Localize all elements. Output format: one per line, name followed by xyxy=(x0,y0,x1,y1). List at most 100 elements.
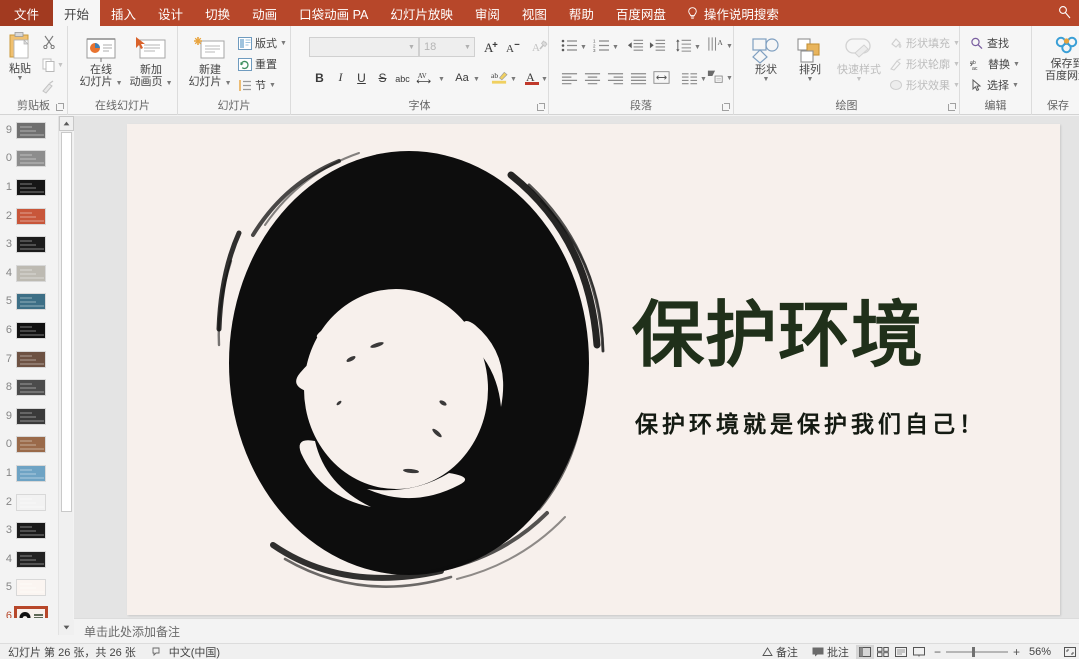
numbering-button[interactable]: 123 xyxy=(593,37,610,54)
shape-fill-button[interactable]: 形状填充 ▼ xyxy=(889,35,960,51)
slide-thumbnail-item[interactable]: 2 xyxy=(0,488,58,517)
slide-thumbnail-preview[interactable] xyxy=(16,350,46,368)
slide-thumbnail-item[interactable]: 9 xyxy=(0,402,58,431)
slide-thumbnail-preview[interactable] xyxy=(16,579,46,597)
online-slide-button[interactable]: 在线 幻灯片 ▼ xyxy=(78,36,124,89)
tell-me-box[interactable]: 操作说明搜索 xyxy=(677,0,789,26)
slide-thumbnail-preview[interactable] xyxy=(16,121,46,139)
slide-canvas[interactable]: 保护环境 保护环境就是保护我们自己！ xyxy=(127,124,1060,615)
slide-thumbnail-item[interactable]: 6 xyxy=(0,316,58,345)
line-spacing-chevron-down-icon[interactable]: ▼ xyxy=(694,44,701,51)
tab-slideshow[interactable]: 幻灯片放映 xyxy=(379,0,464,26)
font-name-combo[interactable]: ▼ xyxy=(309,37,419,57)
view-slideshow-button[interactable] xyxy=(910,645,928,659)
shape-outline-chevron-down-icon[interactable]: ▼ xyxy=(953,61,960,68)
section-chevron-down-icon[interactable]: ▼ xyxy=(269,82,276,89)
zoom-in-button[interactable]: + xyxy=(1013,645,1020,659)
shape-effects-chevron-down-icon[interactable]: ▼ xyxy=(953,82,960,89)
select-button[interactable]: 选择 ▼ xyxy=(970,77,1019,93)
grow-font-button[interactable]: A xyxy=(483,38,500,55)
clear-formatting-button[interactable]: A xyxy=(531,38,548,55)
slide-thumbnail-item[interactable]: 3 xyxy=(0,230,58,259)
tab-transitions[interactable]: 切换 xyxy=(194,0,241,26)
font-name-chevron-down-icon[interactable]: ▼ xyxy=(405,44,418,51)
drawing-dialog-launcher[interactable] xyxy=(947,103,956,112)
slide-thumbnail-item[interactable]: 3 xyxy=(0,516,58,545)
layout-chevron-down-icon[interactable]: ▼ xyxy=(280,40,287,47)
slide-thumbnail-preview[interactable] xyxy=(16,407,46,425)
font-color-chevron-down-icon[interactable]: ▼ xyxy=(541,76,548,83)
copy-button[interactable] xyxy=(40,56,57,73)
tab-baidu-netdisk[interactable]: 百度网盘 xyxy=(605,0,677,26)
text-highlight-button[interactable]: ab xyxy=(491,69,508,86)
tab-insert[interactable]: 插入 xyxy=(100,0,147,26)
scroll-down-arrow-icon[interactable] xyxy=(59,620,74,635)
font-color-button[interactable]: A xyxy=(523,69,540,86)
align-right-button[interactable] xyxy=(607,70,624,87)
slide-panel-scrollbar[interactable] xyxy=(58,116,74,635)
slide-thumbnail-preview[interactable] xyxy=(16,522,46,540)
fit-to-window-button[interactable] xyxy=(1061,645,1079,659)
quick-styles-chevron-down-icon[interactable]: ▼ xyxy=(856,76,863,83)
reset-button[interactable]: 重置 xyxy=(238,56,277,72)
bullets-button[interactable] xyxy=(561,37,578,54)
slide-thumbnail-preview[interactable] xyxy=(16,236,46,254)
clipboard-dialog-launcher[interactable] xyxy=(55,103,64,112)
text-direction-chevron-down-icon[interactable]: ▼ xyxy=(726,43,733,50)
convert-smartart-chevron-down-icon[interactable]: ▼ xyxy=(726,75,733,82)
paste-chevron-down-icon[interactable]: ▼ xyxy=(17,75,24,82)
slide-thumbnail-preview[interactable] xyxy=(14,605,48,618)
select-chevron-down-icon[interactable]: ▼ xyxy=(1012,82,1019,89)
convert-smartart-button[interactable] xyxy=(707,68,724,85)
line-spacing-button[interactable] xyxy=(675,37,692,54)
shape-effects-button[interactable]: 形状效果 ▼ xyxy=(889,77,960,93)
slide-thumbnail-preview[interactable] xyxy=(16,379,46,397)
tab-review[interactable]: 审阅 xyxy=(464,0,511,26)
format-painter-button[interactable] xyxy=(40,78,57,95)
slide-thumbnail-item[interactable]: 1 xyxy=(0,173,58,202)
notes-pane[interactable]: 单击此处添加备注 xyxy=(74,618,1079,643)
view-sorter-button[interactable] xyxy=(874,645,892,659)
slide-thumbnail-preview[interactable] xyxy=(16,264,46,282)
arrange-chevron-down-icon[interactable]: ▼ xyxy=(807,76,814,83)
view-reading-button[interactable] xyxy=(892,645,910,659)
slide-thumbnail-panel[interactable]: 9 0 1 2 3 4 5 6 7 8 9 0 1 2 3 4 5 6 xyxy=(0,116,58,618)
font-size-combo[interactable]: 18 ▼ xyxy=(419,37,475,57)
character-spacing-button[interactable]: AV xyxy=(416,69,433,86)
new-slide-button[interactable]: 新建 幻灯片 ▼ xyxy=(186,36,234,89)
slide-thumbnail-item[interactable]: 2 xyxy=(0,202,58,231)
slide-thumbnail-item[interactable]: 4 xyxy=(0,259,58,288)
zoom-slider[interactable]: − + 56% xyxy=(928,645,1061,659)
slide-thumbnail-preview[interactable] xyxy=(16,207,46,225)
view-normal-button[interactable] xyxy=(855,644,874,659)
shrink-font-button[interactable]: A xyxy=(505,38,522,55)
comments-toggle-button[interactable]: 批注 xyxy=(805,644,856,659)
slide-count-indicator[interactable]: 幻灯片 第 26 张，共 26 张 xyxy=(0,644,144,659)
slide-thumbnail-preview[interactable] xyxy=(16,293,46,311)
decrease-indent-button[interactable] xyxy=(627,37,644,54)
slide-title[interactable]: 保护环境 xyxy=(632,299,924,371)
tab-view[interactable]: 视图 xyxy=(511,0,558,26)
zoom-percent-label[interactable]: 56% xyxy=(1025,646,1055,658)
character-spacing-chevron-down-icon[interactable]: ▼ xyxy=(438,76,445,83)
font-dialog-launcher[interactable] xyxy=(536,103,545,112)
tab-help[interactable]: 帮助 xyxy=(558,0,605,26)
layout-button[interactable]: 版式 ▼ xyxy=(238,35,287,51)
replace-chevron-down-icon[interactable]: ▼ xyxy=(1013,61,1020,68)
slide-subtitle[interactable]: 保护环境就是保护我们自己！ xyxy=(635,414,986,437)
find-button[interactable]: 查找 xyxy=(970,35,1009,51)
account-search-icon[interactable] xyxy=(1055,0,1079,26)
zoom-out-button[interactable]: − xyxy=(934,645,941,659)
tab-file[interactable]: 文件 xyxy=(0,0,54,26)
slide-thumbnail-preview[interactable] xyxy=(16,550,46,568)
numbering-chevron-down-icon[interactable]: ▼ xyxy=(612,44,619,51)
change-case-chevron-down-icon[interactable]: ▼ xyxy=(473,76,480,83)
align-left-button[interactable] xyxy=(561,70,578,87)
cut-button[interactable] xyxy=(40,33,57,50)
strikethrough-button[interactable]: S xyxy=(374,69,391,86)
shape-outline-button[interactable]: 形状轮廓 ▼ xyxy=(889,56,960,72)
copy-chevron-down-icon[interactable]: ▼ xyxy=(57,62,64,69)
slide-thumbnail-item[interactable]: 0 xyxy=(0,431,58,460)
slide-thumbnail-item[interactable]: 8 xyxy=(0,373,58,402)
shapes-button[interactable]: 形状 ▼ xyxy=(746,36,786,83)
